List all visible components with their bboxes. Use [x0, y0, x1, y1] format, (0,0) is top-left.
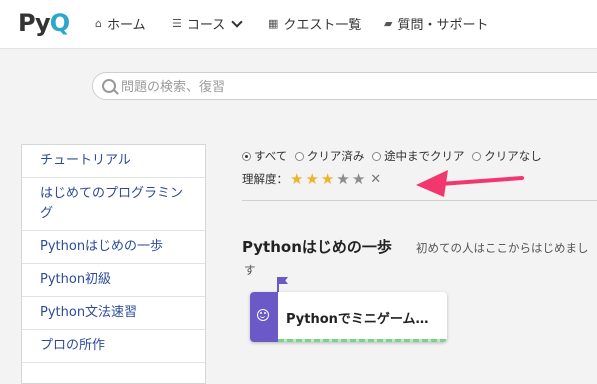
progress-bar [278, 339, 447, 342]
filter-all-label: すべて [254, 149, 288, 163]
section-description-cont: す [244, 263, 256, 277]
search-bar[interactable] [92, 72, 597, 100]
understanding-rating: 理解度： ★ ★ ★ ★ ★ ✕ [242, 171, 381, 187]
star-icon[interactable]: ★ [336, 171, 349, 187]
sidebar-item-python-grammar[interactable]: Python文法速習 [22, 297, 205, 330]
nav-course-label: コース [186, 18, 226, 33]
grid-icon: ▦ [268, 17, 279, 30]
flag-pole [277, 277, 279, 293]
sidebar-item-python-first-step[interactable]: Pythonはじめの一歩 [22, 231, 205, 264]
sidebar-item-first-programming[interactable]: はじめてのプログラミング [22, 178, 205, 231]
nav-home-label: ホーム [106, 18, 146, 33]
search-icon [102, 79, 116, 93]
sidebar-item-pro-manners[interactable]: プロの所作 [22, 330, 205, 363]
quest-card-title: Pythonでミニゲーム… [286, 312, 429, 327]
logo-letter-p: P [18, 9, 36, 37]
nav-home[interactable]: ⌂ ホーム [95, 14, 146, 33]
list-icon: ☰ [172, 17, 182, 30]
divider [242, 200, 597, 201]
logo-letter-y: y [35, 9, 51, 37]
top-header: PyQ ⌂ ホーム ☰ コース ▦ クエスト一覧 ▰ 質問・サポート [0, 0, 597, 49]
filter-all[interactable]: すべて [242, 148, 287, 164]
chevron-down-icon [231, 15, 243, 28]
pyq-logo[interactable]: PyQ [18, 9, 70, 37]
section-title: Pythonはじめの一歩 [242, 238, 392, 256]
radio-icon[interactable] [242, 151, 251, 161]
section-description: 初めての人はここからはじめまし [416, 241, 589, 255]
chat-icon: ▰ [384, 17, 393, 30]
radio-icon[interactable] [294, 151, 304, 161]
star-icon[interactable]: ★ [321, 171, 334, 187]
flag-icon [279, 277, 288, 284]
sidebar-item-python-beginner[interactable]: Python初級 [22, 264, 205, 297]
rating-label: 理解度： [242, 172, 288, 186]
filter-cleared-label: クリア済み [306, 149, 365, 163]
home-icon: ⌂ [95, 17, 102, 30]
nav-course[interactable]: ☰ コース [172, 14, 243, 33]
quest-card[interactable]: Pythonでミニゲーム… [250, 292, 447, 342]
filter-cleared[interactable]: クリア済み [294, 148, 365, 164]
logo-letter-q: Q [49, 9, 70, 37]
nav-quests[interactable]: ▦ クエスト一覧 [268, 14, 361, 33]
annotation-arrow-icon [416, 170, 524, 197]
nav-support[interactable]: ▰ 質問・サポート [384, 14, 488, 33]
radio-icon[interactable] [372, 151, 382, 161]
search-input[interactable] [119, 76, 583, 98]
clear-rating-icon[interactable]: ✕ [370, 172, 381, 187]
course-sidebar: チュートリアル はじめてのプログラミング Pythonはじめの一歩 Python… [21, 144, 206, 384]
sidebar-item-tutorial[interactable]: チュートリアル [22, 145, 205, 178]
star-icon[interactable]: ★ [290, 171, 303, 187]
nav-quests-label: クエスト一覧 [283, 18, 362, 33]
star-icon[interactable]: ★ [305, 171, 318, 187]
smile-icon [257, 309, 269, 321]
nav-support-label: 質問・サポート [397, 18, 489, 33]
star-icon[interactable]: ★ [352, 171, 365, 187]
